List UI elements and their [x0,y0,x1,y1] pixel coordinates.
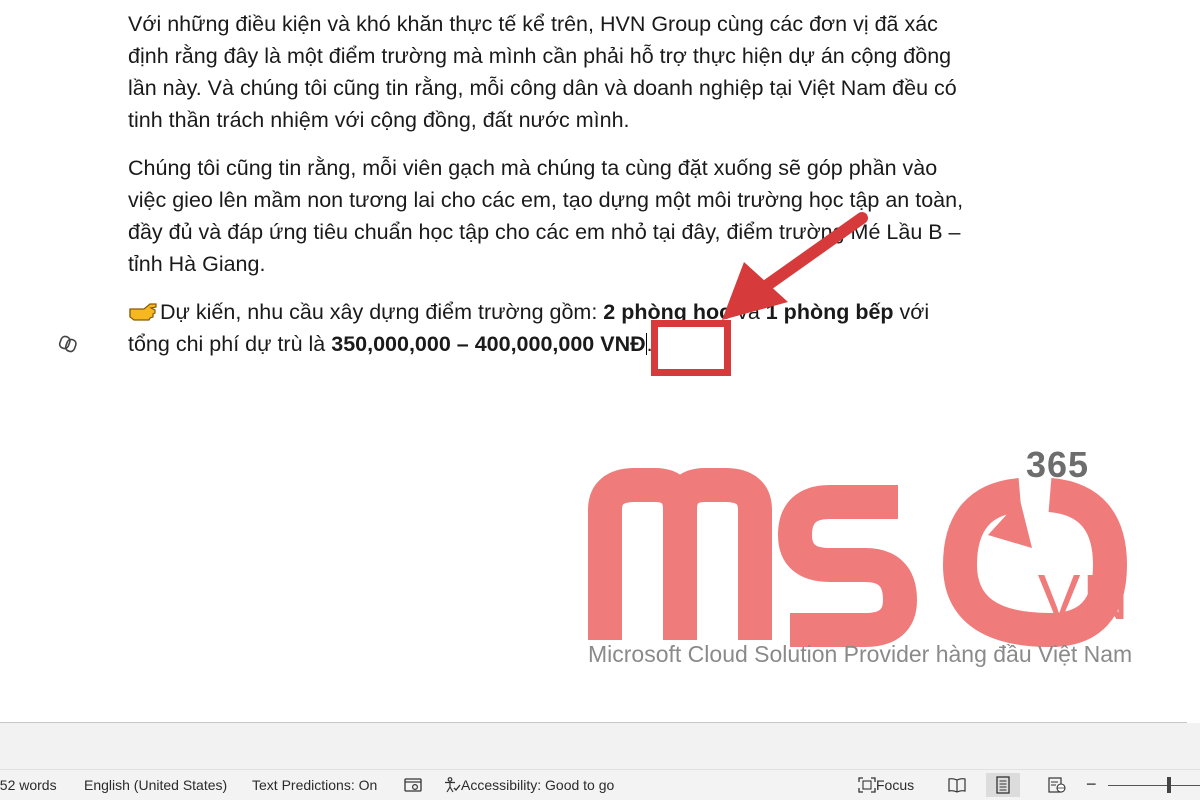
focus-label: Focus [876,777,915,793]
paragraph-line: định rằng đây là một điểm trường mà mình… [128,44,952,68]
paragraph-line: tinh thần trách nhiệm với cộng đồng, đất… [128,108,630,132]
paragraph-plan[interactable]: Dự kiến, nhu cầu xây dựng điểm trường gồ… [128,296,1058,360]
language-indicator[interactable]: English (United States) [84,777,227,793]
logo-tagline: Microsoft Cloud Solution Provider hàng đ… [588,641,1133,667]
text-predictions-status[interactable]: Text Predictions: On [252,777,377,793]
cost-intro-text: tổng chi phí dự trù là [128,332,332,356]
accessibility-label: Accessibility: Good to go [461,777,615,793]
paragraph-line: Dự kiến, nhu cầu xây dựng điểm trường gồ… [128,296,1058,328]
word-count[interactable]: 652 words [0,777,57,793]
paragraph-line: việc gieo lên mầm non tương lai cho các … [128,188,964,212]
print-layout-button[interactable] [986,773,1020,797]
paragraph-line: tổng chi phí dự trù là 350,000,000 – 400… [128,328,1058,360]
paragraph-line: lần này. Và chúng tôi cũng tin rằng, mỗi… [128,76,957,100]
zoom-slider-thumb[interactable] [1167,777,1171,793]
copilot-icon[interactable] [58,334,78,354]
paragraph-line: đầy đủ và đáp ứng tiêu chuẩn học tập cho… [128,220,961,244]
kitchen-bold-text: 1 phòng bếp [765,300,894,324]
logo-365: 365 [1026,444,1090,485]
logo-domain: .VN [1018,561,1131,633]
plan-intro-text: Dự kiến, nhu cầu xây dựng điểm trường gồ… [160,300,604,324]
paragraph-line: Với những điều kiện và khó khăn thực tế … [128,12,938,36]
accessibility-icon [445,777,461,793]
zoom-slider-track[interactable] [1108,785,1200,786]
cost-bold-text: 350,000,000 – 400,000,000 VNĐ [331,332,646,356]
status-bar: 652 words English (United States) Text P… [0,769,1200,800]
read-mode-button[interactable] [940,773,974,797]
zoom-out-button[interactable]: − [1086,774,1097,795]
print-layout-icon [996,776,1010,794]
accessibility-status[interactable]: Accessibility: Good to go [443,777,614,793]
paragraph-belief[interactable]: Chúng tôi cũng tin rằng, mỗi viên gạch m… [128,152,1058,280]
cost-period: . [646,332,653,356]
plan-with-text: với [893,300,930,324]
web-layout-icon [1048,777,1066,793]
paragraph-line: Chúng tôi cũng tin rằng, mỗi viên gạch m… [128,156,938,180]
pointing-hand-icon [129,303,157,321]
paragraph-line: tỉnh Hà Giang. [128,252,266,276]
read-mode-icon [948,778,966,793]
web-layout-button[interactable] [1040,773,1074,797]
macro-recorder-button[interactable] [404,777,422,793]
vertical-scrollbar[interactable] [1188,0,1200,722]
plan-and-text: và [731,300,766,324]
focus-icon [858,777,876,793]
focus-button[interactable]: Focus [858,777,914,793]
rooms-bold-text: 2 phòng học [603,300,732,324]
paragraph-context[interactable]: Với những điều kiện và khó khăn thực tế … [128,8,1058,136]
page-gap [0,723,1200,769]
record-macro-icon [404,778,422,792]
